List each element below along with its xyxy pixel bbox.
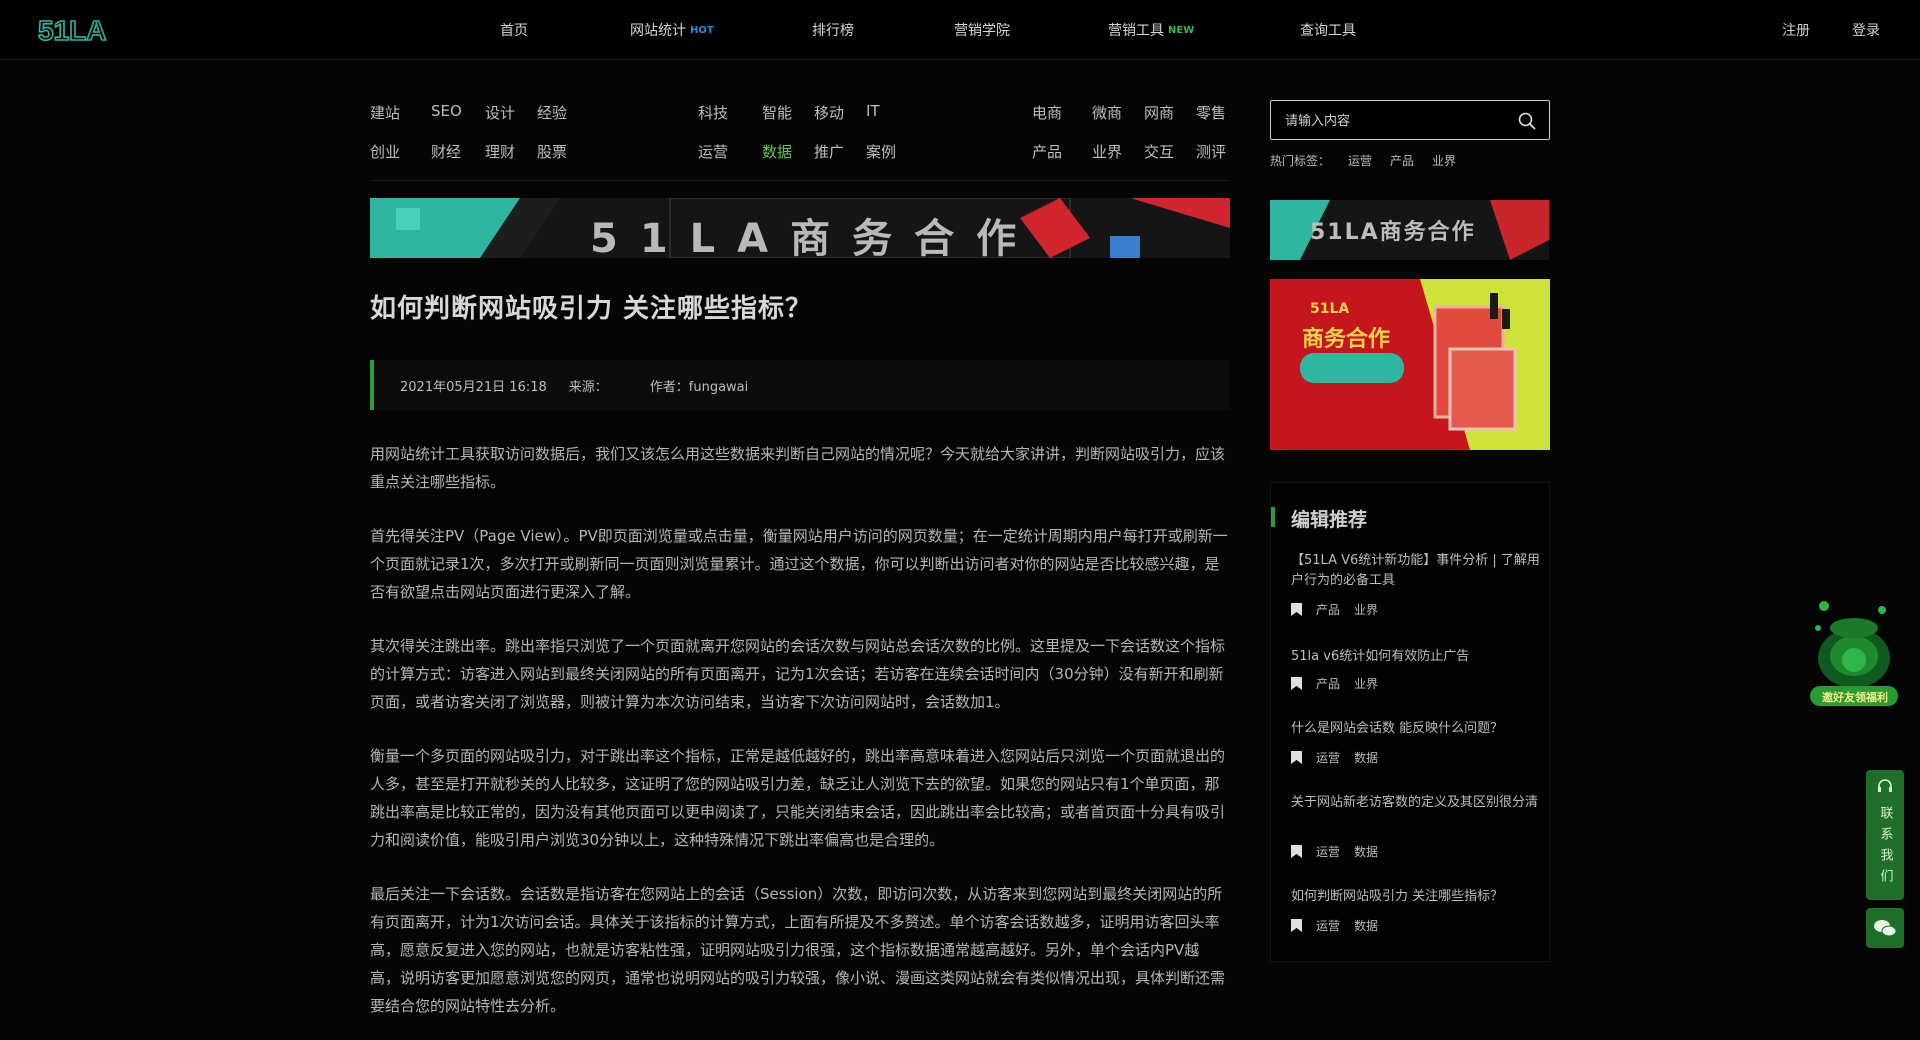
article-paragraph: 衡量一个多页面的网站吸引力，对于跳出率这个指标，正常是越低越好的，跳出率高意味着… <box>370 747 1226 849</box>
contact-us-label: 联系我们 <box>1877 806 1893 890</box>
new-badge: NEW <box>1168 24 1195 36</box>
nav-home[interactable]: 首页 <box>500 20 528 40</box>
recommend-item-title[interactable]: 【51LA V6统计新功能】事件分析 | 了解用户行为的必备工具 <box>1291 551 1541 591</box>
side-business-banner[interactable]: 51LA商务合作 <box>1270 200 1549 260</box>
bookmark-icon <box>1291 677 1302 690</box>
category-link[interactable]: 零售 <box>1196 102 1226 123</box>
hot-tag[interactable]: 产品 <box>1390 154 1414 168</box>
category-link[interactable]: 创业 <box>370 141 400 162</box>
nav-query-tools[interactable]: 查询工具 <box>1300 20 1356 40</box>
poster-title: 商务合作 <box>1302 327 1391 352</box>
article-meta: 2021年05月21日 16:18 来源： 作者：fungawai <box>370 360 1230 410</box>
nav-marketing-tools[interactable]: 营销工具 NEW <box>1108 20 1194 40</box>
category-link-active[interactable]: 数据 <box>762 141 792 162</box>
category-link[interactable]: 科技 <box>698 102 728 123</box>
article-paragraph: 最后关注一下会话数。会话数是指访客在您网站上的会话（Session）次数，即访问… <box>370 885 1226 1015</box>
article-title: 如何判断网站吸引力 关注哪些指标？ <box>370 294 813 324</box>
business-cooperation-banner[interactable]: 51LA商务合作 <box>370 198 1230 258</box>
category-link[interactable]: 电商 <box>1032 102 1062 123</box>
hot-badge: HOT <box>690 24 714 36</box>
tag[interactable]: 数据 <box>1354 843 1378 860</box>
category-link[interactable]: 设计 <box>485 102 515 123</box>
tag[interactable]: 业界 <box>1354 601 1378 618</box>
category-link[interactable]: 股票 <box>537 141 567 162</box>
category-link[interactable]: 产品 <box>1032 141 1062 162</box>
recommend-title: 编辑推荐 <box>1291 509 1368 531</box>
recommend-item-tags: 产品 业界 <box>1291 675 1392 692</box>
top-navigation-bar: 51LA 首页 网站统计 HOT 排行榜 营销学院 营销工具 NEW 查询工具 注册… <box>0 0 1920 60</box>
category-link[interactable]: 智能 <box>762 102 792 123</box>
bookmark-icon <box>1291 845 1302 858</box>
tag[interactable]: 数据 <box>1354 917 1378 934</box>
wechat-icon <box>1874 920 1897 937</box>
article-paragraph: 用网站统计工具获取访问数据后，我们又该怎么用这些数据来判断自己网站的情况呢？今天… <box>370 445 1226 491</box>
nav-site-stats[interactable]: 网站统计 HOT <box>630 20 714 40</box>
category-link[interactable]: 运营 <box>698 141 728 162</box>
banner-text: 51LA商务合作 <box>590 216 1039 258</box>
category-link[interactable]: 案例 <box>866 141 896 162</box>
editor-recommend-panel: 编辑推荐 【51LA V6统计新功能】事件分析 | 了解用户行为的必备工具 产品… <box>1270 482 1550 962</box>
search-icon[interactable] <box>1517 111 1537 131</box>
recommend-item-title[interactable]: 如何判断网站吸引力 关注哪些指标？ <box>1291 887 1541 907</box>
tag[interactable]: 数据 <box>1354 749 1378 766</box>
side-banner-text: 51LA商务合作 <box>1310 220 1476 245</box>
tag[interactable]: 运营 <box>1316 917 1340 934</box>
article-source: 来源： <box>568 379 608 395</box>
article-date: 2021年05月21日 16:18 <box>400 379 547 395</box>
article-author: 作者：fungawai <box>649 379 749 395</box>
category-link[interactable]: 网商 <box>1144 102 1174 123</box>
login-link[interactable]: 登录 <box>1852 20 1880 40</box>
mascot-label: 邀好友领福利 <box>1822 691 1888 704</box>
headset-icon <box>1878 779 1892 792</box>
search-input[interactable] <box>1285 110 1505 130</box>
category-link[interactable]: 财经 <box>431 141 461 162</box>
tag[interactable]: 产品 <box>1316 601 1340 618</box>
recommend-item-tags: 运营 数据 <box>1291 749 1392 766</box>
nav-marketing-academy[interactable]: 营销学院 <box>954 20 1010 40</box>
register-link[interactable]: 注册 <box>1782 20 1810 40</box>
category-link[interactable]: 移动 <box>814 102 844 123</box>
hot-tags-label: 热门标签： <box>1270 154 1331 168</box>
recommend-item-tags: 运营 数据 <box>1291 917 1392 934</box>
category-link[interactable]: 理财 <box>485 141 515 162</box>
article-paragraph: 其次得关注跳出率。跳出率指只浏览了一个页面就离开您网站的会话次数与网站总会话次数… <box>370 637 1226 711</box>
search-box <box>1270 100 1550 140</box>
recommend-item-title[interactable]: 关于网站新老访客数的定义及其区别很分清 <box>1291 793 1541 813</box>
tag[interactable]: 业界 <box>1354 675 1378 692</box>
category-link[interactable]: 推广 <box>814 141 844 162</box>
category-link[interactable]: 业界 <box>1092 141 1122 162</box>
recommend-item-tags: 运营 数据 <box>1291 843 1392 860</box>
category-link[interactable]: IT <box>866 102 880 120</box>
hot-tag[interactable]: 业界 <box>1432 154 1456 168</box>
article-paragraph: 首先得关注PV（Page View）。PV即页面浏览量或点击量，衡量网站用户访问… <box>370 527 1228 601</box>
category-link[interactable]: 交互 <box>1144 141 1174 162</box>
category-link[interactable]: 建站 <box>370 102 400 123</box>
bookmark-icon <box>1291 919 1302 932</box>
section-accent-bar <box>1271 507 1275 527</box>
category-link[interactable]: 测评 <box>1196 141 1226 162</box>
divider <box>370 180 1230 181</box>
recommend-item-title[interactable]: 51la v6统计如何有效防止广告 <box>1291 647 1541 667</box>
site-logo[interactable]: 51LA <box>38 14 120 46</box>
logo-text: 51LA <box>38 15 106 46</box>
category-link[interactable]: SEO <box>431 102 462 120</box>
recommend-item-title[interactable]: 什么是网站会话数 能反映什么问题？ <box>1291 719 1541 739</box>
recommend-item-tags: 产品 业界 <box>1291 601 1392 618</box>
bookmark-icon <box>1291 603 1302 616</box>
bookmark-icon <box>1291 751 1302 764</box>
hot-tags: 热门标签： 运营 产品 业界 <box>1270 152 1456 169</box>
tag[interactable]: 运营 <box>1316 749 1340 766</box>
category-link[interactable]: 经验 <box>537 102 567 123</box>
invite-friends-mascot[interactable]: 邀好友领福利 <box>1804 598 1904 710</box>
wechat-button[interactable] <box>1866 908 1904 948</box>
category-link[interactable]: 微商 <box>1092 102 1122 123</box>
poster-logo: 51LA <box>1310 301 1350 317</box>
tag[interactable]: 产品 <box>1316 675 1340 692</box>
tag[interactable]: 运营 <box>1316 843 1340 860</box>
hot-tag[interactable]: 运营 <box>1348 154 1372 168</box>
contact-us-tab[interactable]: 联系我们 <box>1866 770 1904 900</box>
side-cooperation-poster[interactable]: 51LA 商务合作 <box>1270 279 1550 450</box>
nav-ranking[interactable]: 排行榜 <box>812 20 854 40</box>
